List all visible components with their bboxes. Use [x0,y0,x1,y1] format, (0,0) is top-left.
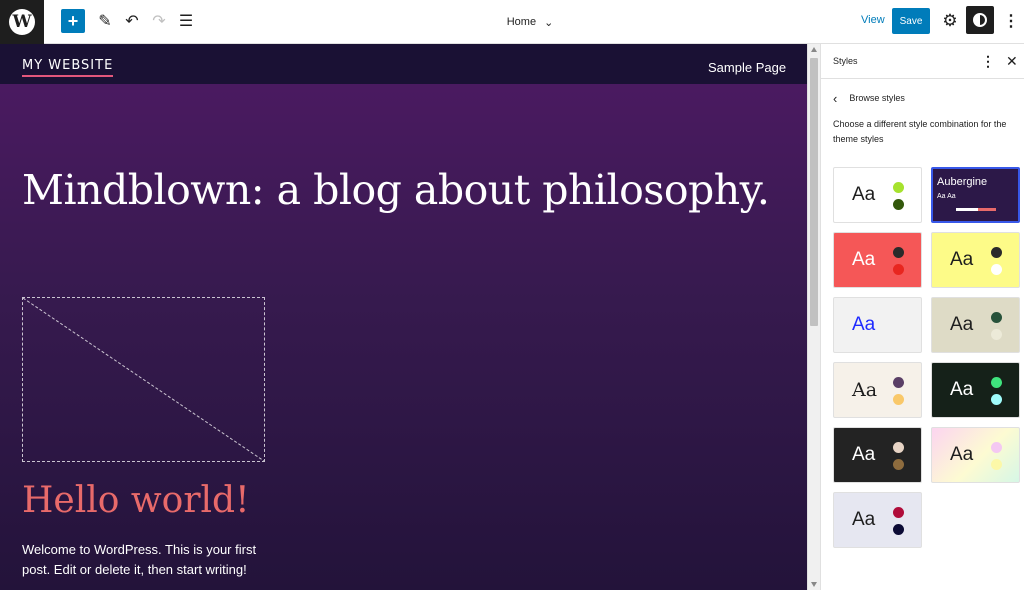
styles-sidebar: Styles ⋮ ✕ ‹ Browse styles Choose a diff… [820,44,1024,590]
pencil-icon: ✎ [98,13,112,30]
style-preview-bar [956,208,996,211]
document-title-dropdown[interactable]: Home ⌄ [480,12,580,32]
style-variation-dark-green[interactable]: Aa [931,362,1020,418]
close-icon: ✕ [1006,53,1018,69]
chevron-down-icon: ⌄ [544,16,554,29]
style-preview-text: Aa [950,314,974,335]
style-variation-red[interactable]: Aa [833,232,922,288]
wordpress-logo-button[interactable]: W [0,0,44,44]
plus-icon: + [67,10,79,31]
more-vertical-icon: ⋮ [1003,13,1019,30]
undo-button[interactable]: ↶ [119,8,145,34]
style-color-dot [991,329,1002,340]
save-button[interactable]: Save [892,8,930,34]
style-variation-name: Aubergine [937,176,988,188]
style-color-dot [893,377,904,388]
style-variation-lavender-grey[interactable]: Aa [833,492,922,548]
settings-button[interactable]: ⚙ [937,8,963,34]
style-color-dot [893,264,904,275]
sidebar-close-button[interactable]: ✕ [1006,53,1018,70]
style-preview-text: Aa [852,249,876,270]
site-header: MY WEBSITE Sample Page [0,44,807,84]
list-view-icon: ☰ [178,13,194,30]
style-variation-yellow[interactable]: Aa [931,232,1020,288]
style-color-dot [893,442,904,453]
canvas-scrollbar[interactable] [807,44,820,590]
editor-toolbar: W + ✎ ↶ ↷ ☰ Home ⌄ View Save ⚙ ⋮ [0,0,1024,44]
style-color-dot [893,199,904,210]
scroll-down-arrow-icon[interactable] [811,582,817,587]
sidebar-title: Styles [833,56,858,66]
view-link[interactable]: View [861,14,885,26]
hero-heading[interactable]: Mindblown: a blog about philosophy. [22,162,770,218]
style-color-dot [893,247,904,258]
style-color-dot [991,312,1002,323]
style-variation-blue-light[interactable]: Aa [833,297,922,353]
style-preview-text: Aa Aa [937,193,956,200]
style-color-dot [893,507,904,518]
tools-button[interactable]: ✎ [92,8,118,34]
more-vertical-icon: ⋮ [981,53,995,69]
redo-button[interactable]: ↷ [146,8,172,34]
style-color-dot [893,394,904,405]
sidebar-header: Styles ⋮ ✕ [821,44,1024,79]
sidebar-more-button[interactable]: ⋮ [981,53,995,70]
browse-styles-label: Browse styles [849,93,905,103]
styles-button[interactable] [966,6,994,34]
style-preview-text: Aa [950,379,974,400]
style-color-dot [893,329,904,340]
list-view-button[interactable]: ☰ [173,8,199,34]
style-preview-text: Aa [852,184,876,205]
style-preview-text: Aa [852,379,878,401]
half-circle-contrast-icon [973,13,987,27]
scrollbar-thumb[interactable] [810,58,818,326]
style-variation-default[interactable]: Aa [833,167,922,223]
style-preview-text: Aa [852,444,876,465]
add-block-button[interactable]: + [61,9,85,33]
wordpress-logo-glyph: W [12,11,32,32]
style-color-dot [991,442,1002,453]
style-variation-serif-cream[interactable]: Aa [833,362,922,418]
gear-icon: ⚙ [942,11,958,30]
editor-canvas[interactable]: MY WEBSITE Sample Page Mindblown: a blog… [0,44,807,590]
style-color-dot [991,394,1002,405]
featured-image-placeholder[interactable] [22,297,265,462]
wordpress-logo-icon: W [9,9,35,35]
redo-icon: ↷ [152,13,166,30]
nav-link-sample-page[interactable]: Sample Page [708,60,786,75]
style-color-dot [893,182,904,193]
chevron-left-icon: ‹ [833,90,838,106]
post-excerpt[interactable]: Welcome to WordPress. This is your first… [22,540,282,580]
style-preview-text: Aa [852,509,876,530]
scroll-up-arrow-icon[interactable] [811,47,817,52]
style-color-dot [991,247,1002,258]
style-preview-text: Aa [950,444,974,465]
style-color-dot [893,312,904,323]
document-title: Home [506,16,537,28]
style-color-dot [893,459,904,470]
style-color-dot [893,524,904,535]
options-button[interactable]: ⋮ [998,8,1024,34]
style-color-dot [991,377,1002,388]
style-preview-text: Aa [950,249,974,270]
undo-icon: ↶ [125,13,139,30]
style-color-dot [991,459,1002,470]
style-variation-sage[interactable]: Aa [931,297,1020,353]
style-color-dot [991,264,1002,275]
browse-styles-description: Choose a different style combination for… [833,119,1007,144]
site-title[interactable]: MY WEBSITE [22,59,114,77]
post-title[interactable]: Hello world! [22,477,250,525]
style-variation-pastel-gradient[interactable]: Aa [931,427,1020,483]
style-variation-charcoal[interactable]: Aa [833,427,922,483]
placeholder-diagonal-icon [23,298,264,461]
browse-styles-back-button[interactable]: ‹ Browse styles [833,90,933,106]
style-variation-aubergine[interactable]: Aubergine Aa Aa [931,167,1020,223]
style-preview-text: Aa [852,314,876,335]
